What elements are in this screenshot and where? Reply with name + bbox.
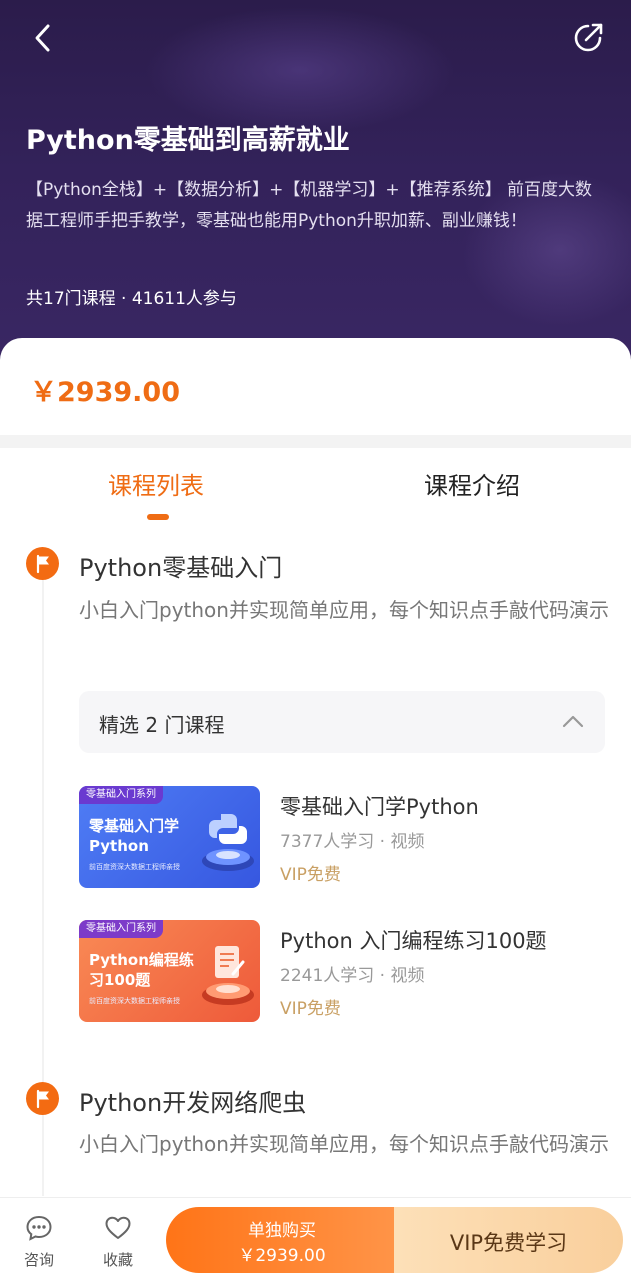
thumbnail-title: Python编程练习100题 [89, 951, 194, 989]
buy-price: ￥2939.00 [238, 1246, 326, 1266]
thumbnail-subtitle: 前百度资深大数据工程师亲授 [89, 997, 180, 1005]
python-logo-icon [202, 814, 254, 871]
vip-button-label: VIP免费学习 [449, 1231, 568, 1255]
course-title: Python零基础到高薪就业 [26, 125, 350, 156]
price: ￥2939.00 [30, 377, 180, 408]
course-meta: 2241人学习 · 视频 [280, 966, 425, 986]
section-title: Python开发网络爬虫 [79, 1089, 307, 1117]
course-dropdown[interactable]: 精选 2 门课程 [79, 691, 605, 753]
course-description: 【Python全栈】+【数据分析】+【机器学习】+【推荐系统】 前百度大数据工程… [26, 180, 593, 231]
course-meta: 共17门课程 · 41611人参与 [26, 289, 237, 309]
heart-icon[interactable] [104, 1214, 132, 1242]
course-thumbnail[interactable]: 零基础入门系列 Python编程练习100题 前百度资深大数据工程师亲授 [79, 920, 260, 1022]
course-meta: 7377人学习 · 视频 [280, 832, 425, 852]
section-description: 小白入门python并实现简单应用，每个知识点手敲代码演示 [79, 598, 609, 622]
favorite-label[interactable]: 收藏 [103, 1249, 133, 1270]
thumbnail-subtitle: 前百度资深大数据工程师亲授 [89, 863, 180, 871]
dropdown-label: 精选 2 门课程 [99, 713, 225, 737]
active-tab-indicator [147, 514, 169, 520]
course-thumbnail[interactable]: 零基础入门系列 零基础入门学Python 前百度资深大数据工程师亲授 [79, 786, 260, 888]
document-icon [202, 946, 254, 1005]
flag-icon [26, 547, 59, 580]
buy-label: 单独购买 [248, 1221, 316, 1241]
thumbnail-title: 零基础入门学Python [89, 817, 180, 855]
chevron-up-icon [562, 715, 584, 728]
tab-course-intro[interactable]: 课程介绍 [424, 466, 520, 501]
consult-label[interactable]: 咨询 [24, 1249, 54, 1270]
buy-single-button[interactable]: 单独购买 ￥2939.00 [166, 1207, 396, 1273]
vip-free-badge: VIP免费 [280, 865, 341, 885]
vip-free-badge: VIP免费 [280, 999, 341, 1019]
vip-free-study-button[interactable]: VIP免费学习 [394, 1207, 623, 1273]
course-title-link[interactable]: Python 入门编程练习100题 [280, 925, 547, 955]
thumbnail-tag: 零基础入门系列 [79, 920, 163, 938]
share-icon[interactable] [570, 20, 606, 56]
course-title-link[interactable]: 零基础入门学Python [280, 791, 479, 821]
flag-icon [26, 1082, 59, 1115]
chevron-left-icon[interactable] [28, 22, 60, 54]
tab-course-list[interactable]: 课程列表 [108, 466, 204, 501]
section-title: Python零基础入门 [79, 554, 283, 582]
thumbnail-tag: 零基础入门系列 [79, 786, 163, 804]
divider [0, 435, 631, 448]
section-description: 小白入门python并实现简单应用，每个知识点手敲代码演示 [79, 1132, 609, 1156]
course-header: Python零基础到高薪就业 【Python全栈】+【数据分析】+【机器学习】+… [0, 0, 631, 380]
chat-bubble-icon[interactable] [25, 1214, 53, 1242]
